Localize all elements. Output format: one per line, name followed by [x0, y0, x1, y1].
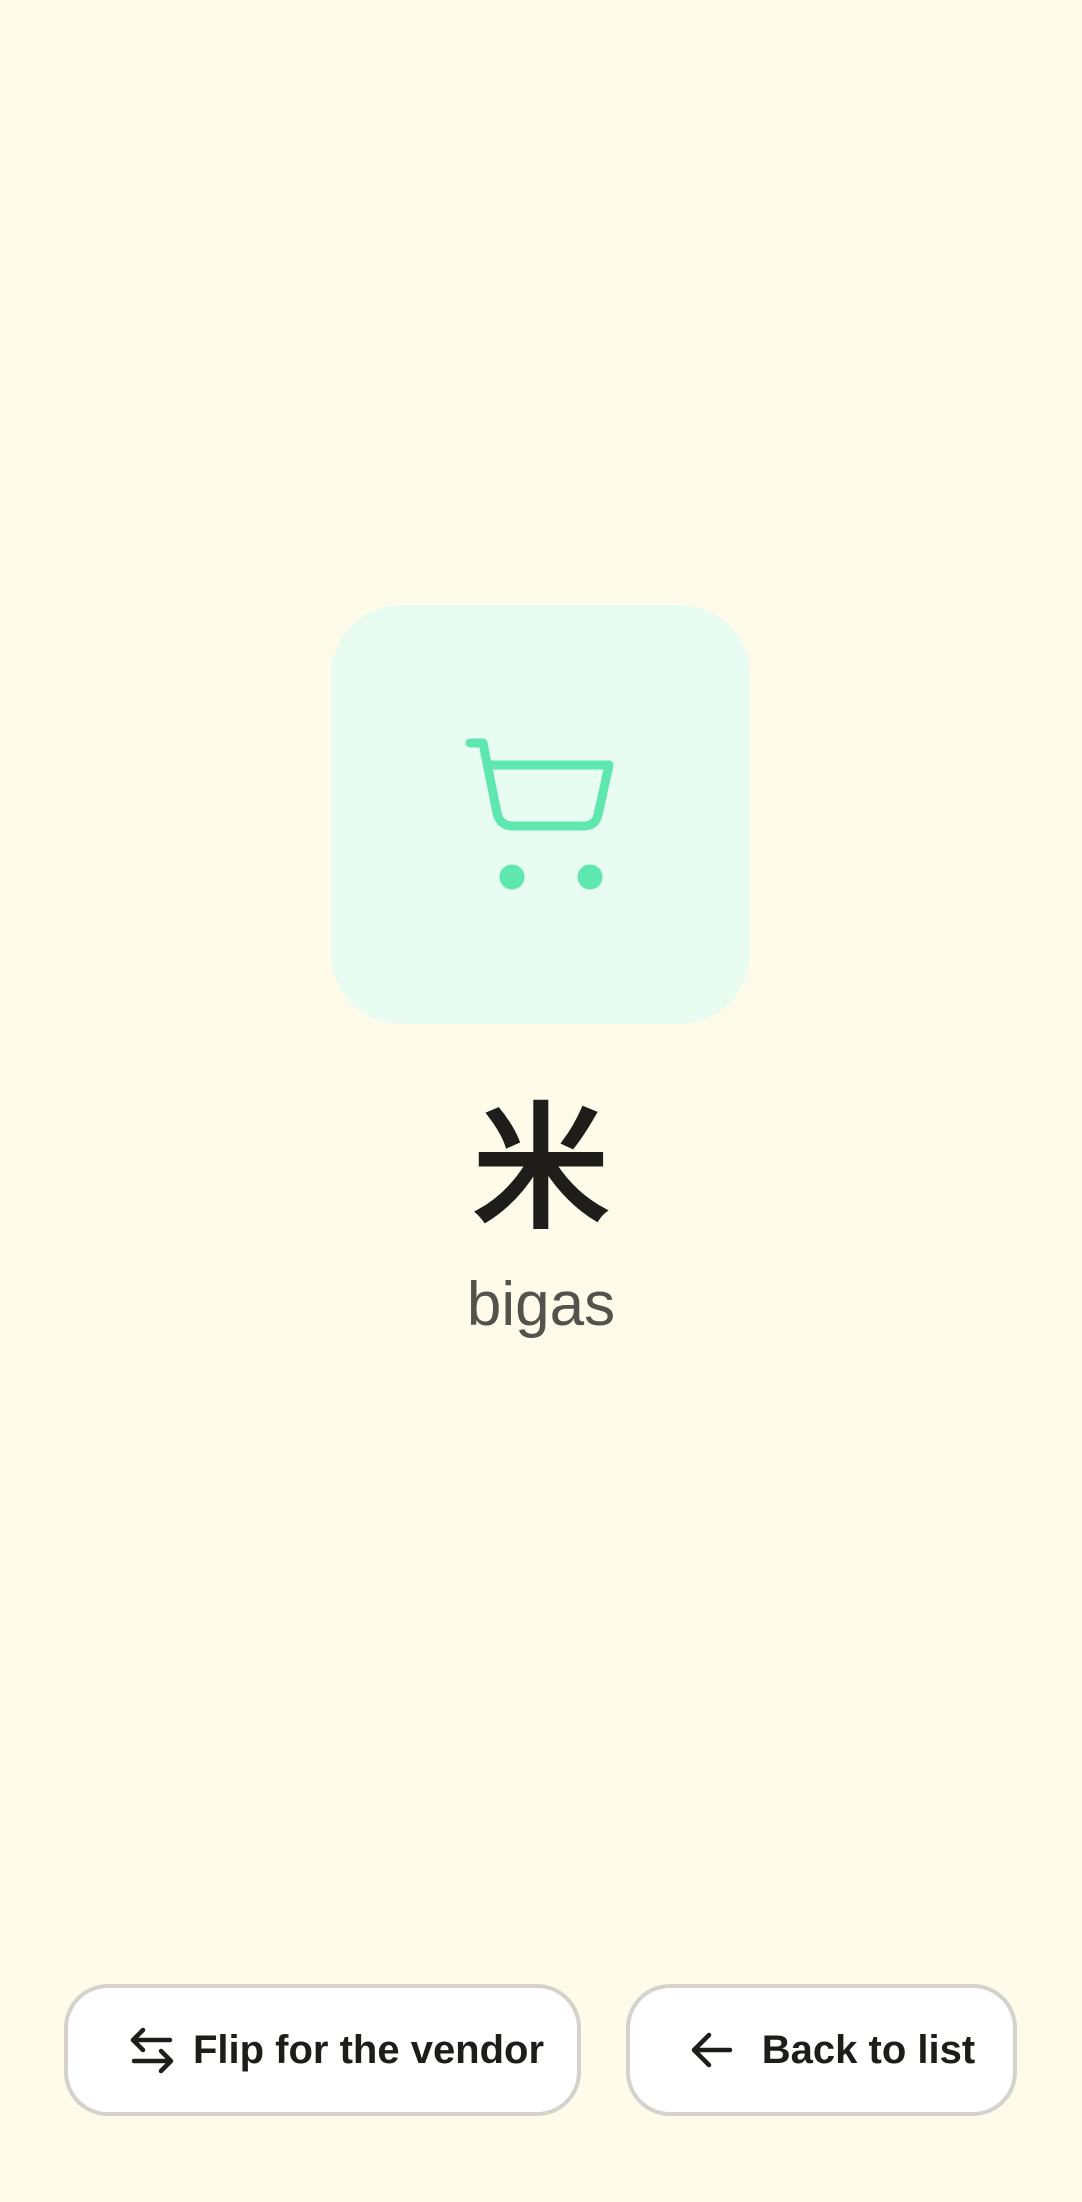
arrow-left-icon — [691, 2032, 733, 2068]
shopping-cart-icon — [465, 738, 614, 890]
back-to-list-button[interactable]: Back to list — [626, 1984, 1017, 2116]
swap-arrows-icon — [130, 2027, 174, 2074]
flip-button-label: Flip for the vendor — [192, 2028, 545, 2072]
flip-for-vendor-button[interactable]: Flip for the vendor — [64, 1984, 581, 2116]
word-main: 米 — [473, 1091, 609, 1249]
word-translation: bigas — [466, 1270, 616, 1339]
back-button-label: Back to list — [761, 2028, 976, 2072]
